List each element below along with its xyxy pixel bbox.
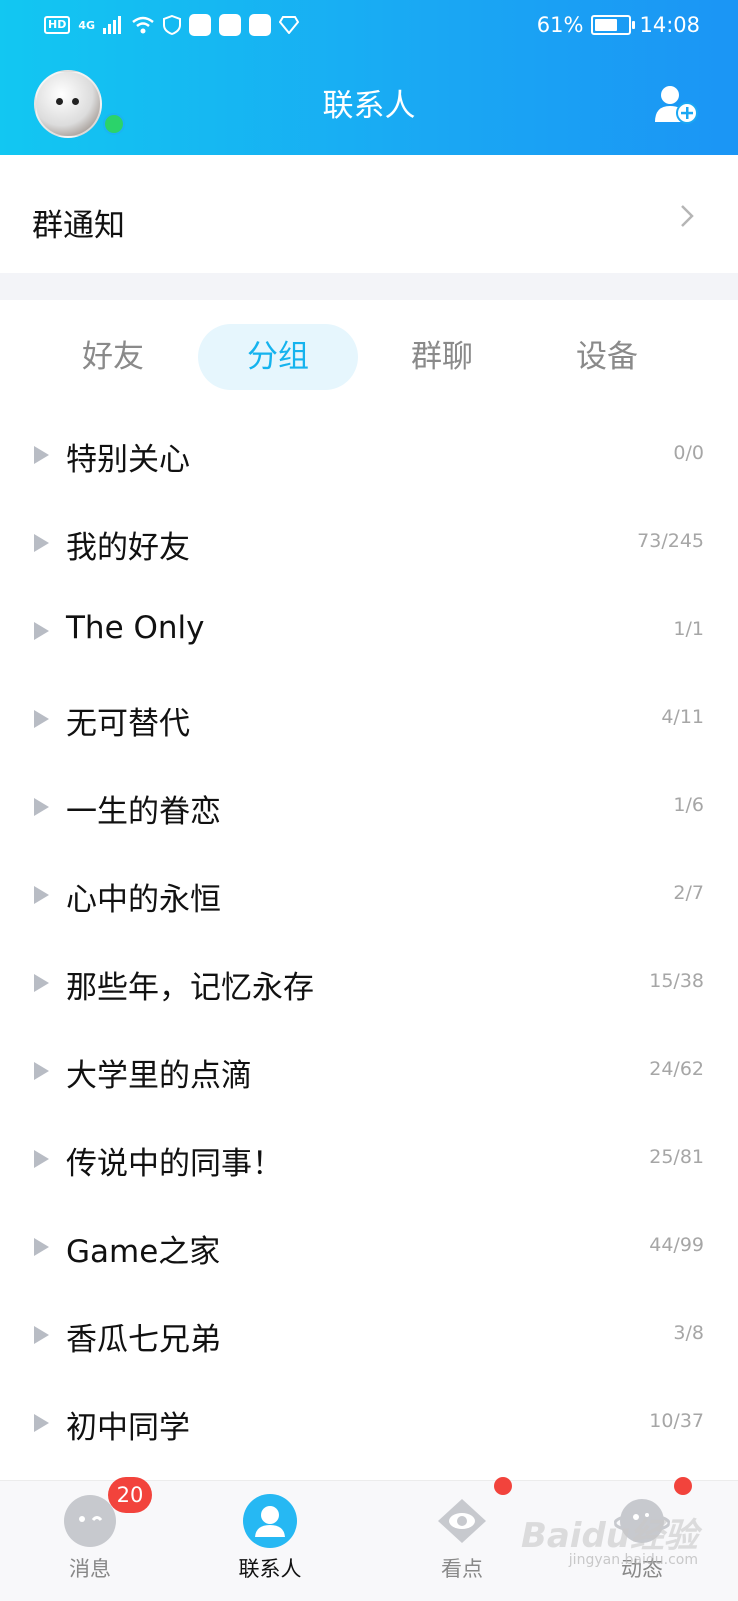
group-name: Game之家 <box>66 1234 221 1270</box>
contacts-panel: 好友 分组 群聊 设备 特别关心 0/0 我的好友 73/245 The Only 1… <box>0 300 738 1490</box>
add-contact-icon[interactable] <box>654 84 698 124</box>
group-row[interactable]: 大学里的点滴 24/62 <box>0 1028 738 1116</box>
chevron-right-icon <box>681 205 694 227</box>
group-name: 那些年，记忆永存 <box>66 970 314 1006</box>
battery-icon <box>591 15 636 35</box>
hd-indicator: HD <box>44 16 71 34</box>
group-notice-row[interactable]: 群通知 <box>0 155 738 273</box>
signal-icon <box>103 16 122 34</box>
diamond-icon <box>279 16 300 34</box>
expand-arrow-icon <box>34 1238 49 1256</box>
contact-tabs: 好友 分组 群聊 设备 <box>0 324 738 390</box>
group-row[interactable]: 那些年，记忆永存 15/38 <box>0 940 738 1028</box>
expand-arrow-icon <box>34 798 49 816</box>
page-title: 联系人 <box>322 88 416 124</box>
group-count: 15/38 <box>649 970 704 992</box>
group-row[interactable]: Game之家 44/99 <box>0 1204 738 1292</box>
expand-arrow-icon <box>34 974 49 992</box>
group-row[interactable]: 特别关心 0/0 <box>0 412 738 500</box>
group-row[interactable]: 无可替代 4/11 <box>0 676 738 764</box>
group-count: 2/7 <box>673 882 704 904</box>
tab-groups[interactable]: 分组 <box>198 324 358 390</box>
group-count: 0/0 <box>673 442 704 464</box>
group-count: 4/11 <box>661 706 704 728</box>
expand-arrow-icon <box>34 1150 49 1168</box>
group-row[interactable]: 一生的眷恋 1/6 <box>0 764 738 852</box>
app-icon-2 <box>219 14 242 36</box>
group-name: 初中同学 <box>66 1410 190 1446</box>
contacts-icon <box>243 1494 297 1548</box>
unread-badge: 20 <box>108 1477 152 1513</box>
group-row[interactable]: 香瓜七兄弟 3/8 <box>0 1292 738 1380</box>
network-indicator: 4G <box>78 18 96 32</box>
watermark: Baidu经验 <box>520 1516 698 1556</box>
group-count: 10/37 <box>649 1410 704 1432</box>
expand-arrow-icon <box>34 534 49 552</box>
eye-icon <box>438 1499 486 1543</box>
status-bar: HD 4G 61% 14:08 <box>0 10 738 46</box>
group-count: 73/245 <box>637 530 704 552</box>
group-count: 25/81 <box>649 1146 704 1168</box>
expand-arrow-icon <box>34 1414 49 1432</box>
group-row[interactable]: 初中同学 10/37 <box>0 1380 738 1468</box>
group-notice-label: 群通知 <box>32 208 125 244</box>
group-name: 无可替代 <box>66 706 190 742</box>
clock: 14:08 <box>639 13 700 37</box>
expand-arrow-icon <box>34 622 49 640</box>
group-row[interactable]: The Only 1/1 <box>0 588 738 676</box>
notification-dot <box>494 1477 512 1495</box>
expand-arrow-icon <box>34 710 49 728</box>
group-name: 我的好友 <box>66 530 190 566</box>
nav-messages[interactable]: 20 消息 <box>20 1477 160 1601</box>
notification-dot <box>674 1477 692 1495</box>
nav-contacts[interactable]: 联系人 <box>200 1481 340 1601</box>
app-icon-1 <box>189 14 212 36</box>
tab-friends[interactable]: 好友 <box>33 324 193 390</box>
shield-icon <box>163 15 182 35</box>
group-name: 特别关心 <box>66 442 190 478</box>
group-row[interactable]: 心中的永恒 2/7 <box>0 852 738 940</box>
expand-arrow-icon <box>34 1062 49 1080</box>
nav-label: 联系人 <box>238 1557 302 1581</box>
group-row[interactable]: 我的好友 73/245 <box>0 500 738 588</box>
group-name: 一生的眷恋 <box>66 794 221 830</box>
app-icon-3 <box>249 14 272 36</box>
group-count: 1/6 <box>673 794 704 816</box>
nav-discover[interactable]: 看点 <box>392 1477 532 1601</box>
status-left: HD 4G <box>44 14 300 36</box>
battery-percent: 61% <box>536 13 584 37</box>
app-header: HD 4G 61% 14:08 联系人 <box>0 0 738 155</box>
group-name: The Only <box>66 610 205 646</box>
group-name: 香瓜七兄弟 <box>66 1322 221 1358</box>
group-count: 3/8 <box>673 1322 704 1344</box>
group-name: 心中的永恒 <box>66 882 221 918</box>
nav-label: 消息 <box>69 1557 111 1581</box>
group-count: 44/99 <box>649 1234 704 1256</box>
expand-arrow-icon <box>34 1326 49 1344</box>
nav-label: 看点 <box>441 1557 483 1581</box>
group-name: 传说中的同事！ <box>66 1146 283 1182</box>
status-right: 61% 14:08 <box>537 13 700 37</box>
expand-arrow-icon <box>34 886 49 904</box>
group-name: 大学里的点滴 <box>66 1058 252 1094</box>
tab-group-chats[interactable]: 群聊 <box>362 324 522 390</box>
expand-arrow-icon <box>34 446 49 464</box>
group-row[interactable]: 传说中的同事！ 25/81 <box>0 1116 738 1204</box>
watermark-url: jingyan.baidu.com <box>568 1552 698 1568</box>
wifi-icon <box>132 16 154 34</box>
group-count: 24/62 <box>649 1058 704 1080</box>
group-count: 1/1 <box>673 618 704 640</box>
tab-devices[interactable]: 设备 <box>527 324 687 390</box>
